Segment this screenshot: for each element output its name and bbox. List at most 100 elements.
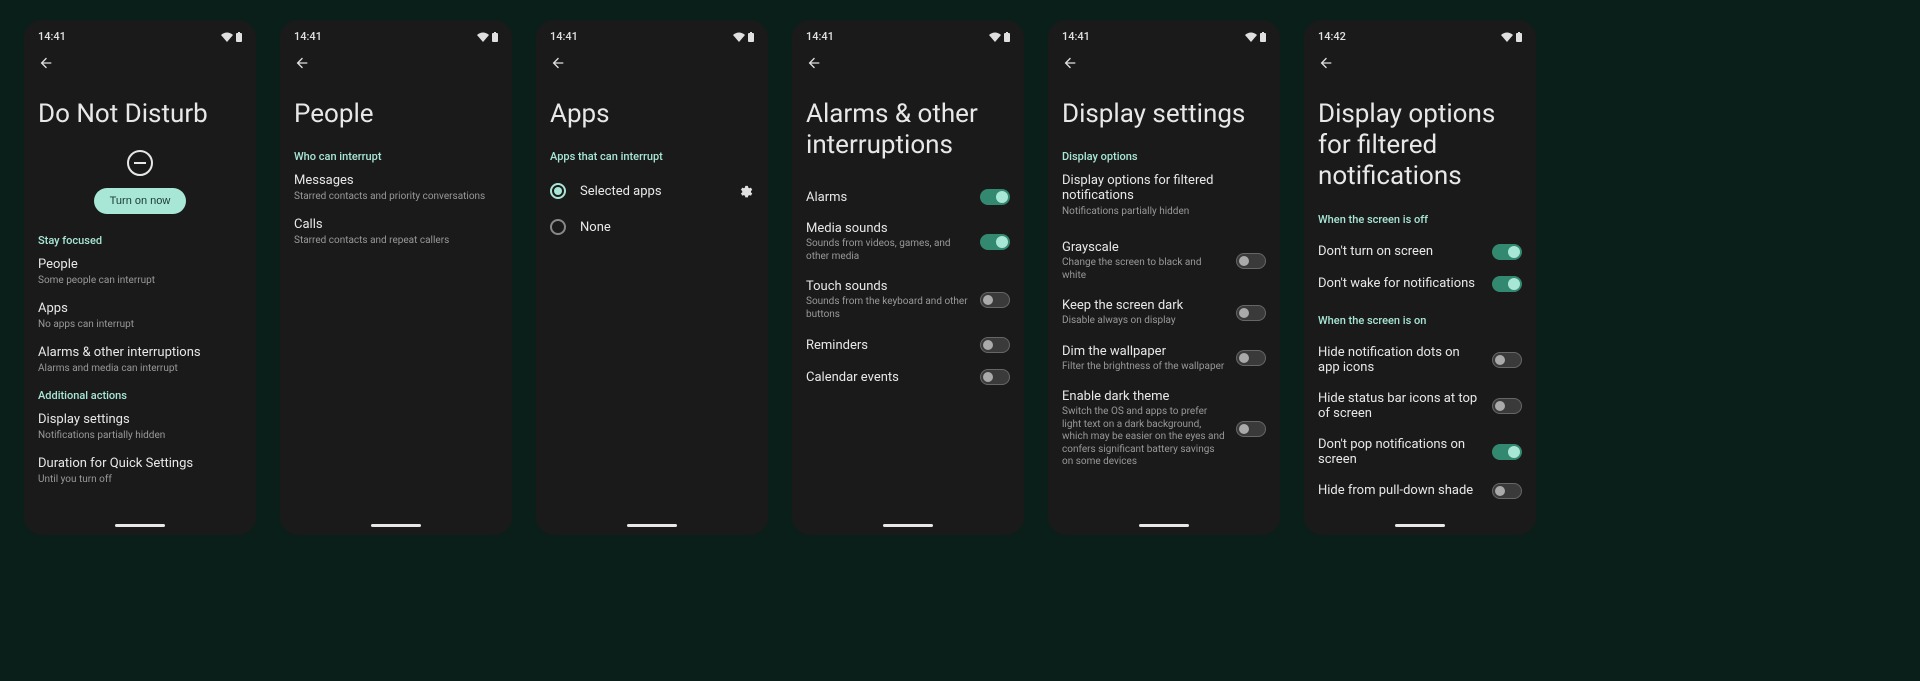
status-bar: 14:41 (536, 20, 768, 47)
item-subtitle: Notifications partially hidden (1062, 205, 1266, 218)
status-icons (989, 32, 1010, 42)
navigation-bar[interactable] (627, 524, 677, 527)
toggle-label: Don't pop notifications on screen (1318, 437, 1482, 467)
toggle-hide-status[interactable]: Hide status bar icons at top of screen (1318, 383, 1522, 429)
page-title: Alarms & other interruptions (806, 99, 1010, 161)
status-icons (477, 32, 498, 42)
status-bar: 14:41 (1048, 20, 1280, 47)
toggle-switch[interactable] (1236, 305, 1266, 321)
toggle-switch[interactable] (1492, 244, 1522, 260)
toggle-keep-dark[interactable]: Keep the screen dark Disable always on d… (1062, 290, 1266, 336)
navigation-bar[interactable] (1395, 524, 1445, 527)
radio-none[interactable]: None (550, 209, 754, 245)
item-filtered-notifications[interactable]: Display options for filtered notificatio… (1062, 173, 1266, 218)
toggle-dont-wake[interactable]: Don't wake for notifications (1318, 268, 1522, 300)
item-title: Display settings (38, 412, 242, 427)
status-icons (1501, 32, 1522, 42)
battery-icon (1004, 32, 1010, 42)
battery-icon (748, 32, 754, 42)
navigation-bar[interactable] (883, 524, 933, 527)
toggle-switch[interactable] (1492, 444, 1522, 460)
toggle-switch[interactable] (1236, 253, 1266, 269)
item-subtitle: Until you turn off (38, 473, 242, 486)
item-subtitle: Alarms and media can interrupt (38, 362, 242, 375)
toggle-switch[interactable] (980, 189, 1010, 205)
battery-icon (1516, 32, 1522, 42)
back-button[interactable] (536, 47, 580, 83)
toggle-label: Hide notification dots on app icons (1318, 345, 1482, 375)
item-subtitle: No apps can interrupt (38, 318, 242, 331)
navigation-bar[interactable] (1139, 524, 1189, 527)
item-title: Duration for Quick Settings (38, 456, 242, 471)
toggle-dark-theme[interactable]: Enable dark theme Switch the OS and apps… (1062, 381, 1266, 477)
status-time: 14:41 (806, 30, 834, 43)
toggle-dont-turn-on[interactable]: Don't turn on screen (1318, 236, 1522, 268)
back-button[interactable] (24, 47, 68, 83)
toggle-switch[interactable] (980, 234, 1010, 250)
wifi-icon (1245, 32, 1257, 42)
item-duration[interactable]: Duration for Quick Settings Until you tu… (38, 456, 242, 486)
item-subtitle: Starred contacts and repeat callers (294, 234, 498, 247)
toggle-switch[interactable] (1492, 352, 1522, 368)
back-button[interactable] (1048, 47, 1092, 83)
toggle-switch[interactable] (1492, 398, 1522, 414)
toggle-label: Don't turn on screen (1318, 244, 1482, 259)
item-calls[interactable]: Calls Starred contacts and repeat caller… (294, 217, 498, 247)
toggle-switch[interactable] (1492, 276, 1522, 292)
toggle-switch[interactable] (980, 292, 1010, 308)
status-time: 14:41 (550, 30, 578, 43)
battery-icon (492, 32, 498, 42)
wifi-icon (221, 32, 233, 42)
toggle-reminders[interactable]: Reminders (806, 329, 1010, 361)
page-title: People (294, 99, 498, 130)
toggle-touch-sounds[interactable]: Touch sounds Sounds from the keyboard an… (806, 271, 1010, 329)
dnd-icon (127, 150, 153, 176)
toggle-switch[interactable] (1236, 421, 1266, 437)
item-apps[interactable]: Apps No apps can interrupt (38, 301, 242, 331)
battery-icon (236, 32, 242, 42)
toggle-label: Enable dark theme (1062, 389, 1226, 404)
turn-on-button[interactable]: Turn on now (94, 188, 187, 214)
toggle-subtitle: Disable always on display (1062, 315, 1226, 328)
toggle-subtitle: Change the screen to black and white (1062, 257, 1226, 282)
toggle-dim-wallpaper[interactable]: Dim the wallpaper Filter the brightness … (1062, 336, 1266, 382)
toggle-alarms[interactable]: Alarms (806, 181, 1010, 213)
back-button[interactable] (280, 47, 324, 83)
back-button[interactable] (792, 47, 836, 83)
toggle-label: Alarms (806, 190, 970, 205)
section-display-options: Display options (1062, 150, 1266, 163)
toggle-subtitle: Switch the OS and apps to prefer light t… (1062, 406, 1226, 469)
navigation-bar[interactable] (115, 524, 165, 527)
item-title: Alarms & other interruptions (38, 345, 242, 360)
item-subtitle: Notifications partially hidden (38, 429, 242, 442)
toggle-grayscale[interactable]: Grayscale Change the screen to black and… (1062, 232, 1266, 290)
status-bar: 14:41 (280, 20, 512, 47)
status-icons (733, 32, 754, 42)
toggle-hide-shade[interactable]: Hide from pull-down shade (1318, 475, 1522, 507)
screen-apps: 14:41 Apps Apps that can interrupt Selec… (536, 20, 768, 535)
navigation-bar[interactable] (371, 524, 421, 527)
toggle-switch[interactable] (1492, 483, 1522, 499)
back-button[interactable] (1304, 47, 1348, 83)
toggle-dont-pop[interactable]: Don't pop notifications on screen (1318, 429, 1522, 475)
toggle-label: Calendar events (806, 370, 970, 385)
item-messages[interactable]: Messages Starred contacts and priority c… (294, 173, 498, 203)
toggle-media-sounds[interactable]: Media sounds Sounds from videos, games, … (806, 213, 1010, 271)
wifi-icon (477, 32, 489, 42)
toggle-switch[interactable] (1236, 350, 1266, 366)
screen-display-settings: 14:41 Display settings Display options D… (1048, 20, 1280, 535)
item-title: Messages (294, 173, 498, 188)
item-subtitle: Starred contacts and priority conversati… (294, 190, 498, 203)
toggle-label: Reminders (806, 338, 970, 353)
toggle-switch[interactable] (980, 369, 1010, 385)
radio-selected-apps[interactable]: Selected apps (550, 173, 754, 209)
toggle-subtitle: Sounds from the keyboard and other butto… (806, 296, 970, 321)
item-people[interactable]: People Some people can interrupt (38, 257, 242, 287)
item-display-settings[interactable]: Display settings Notifications partially… (38, 412, 242, 442)
gear-icon[interactable] (738, 183, 754, 199)
status-icons (221, 32, 242, 42)
toggle-calendar[interactable]: Calendar events (806, 361, 1010, 393)
item-alarms[interactable]: Alarms & other interruptions Alarms and … (38, 345, 242, 375)
toggle-switch[interactable] (980, 337, 1010, 353)
toggle-hide-dots[interactable]: Hide notification dots on app icons (1318, 337, 1522, 383)
